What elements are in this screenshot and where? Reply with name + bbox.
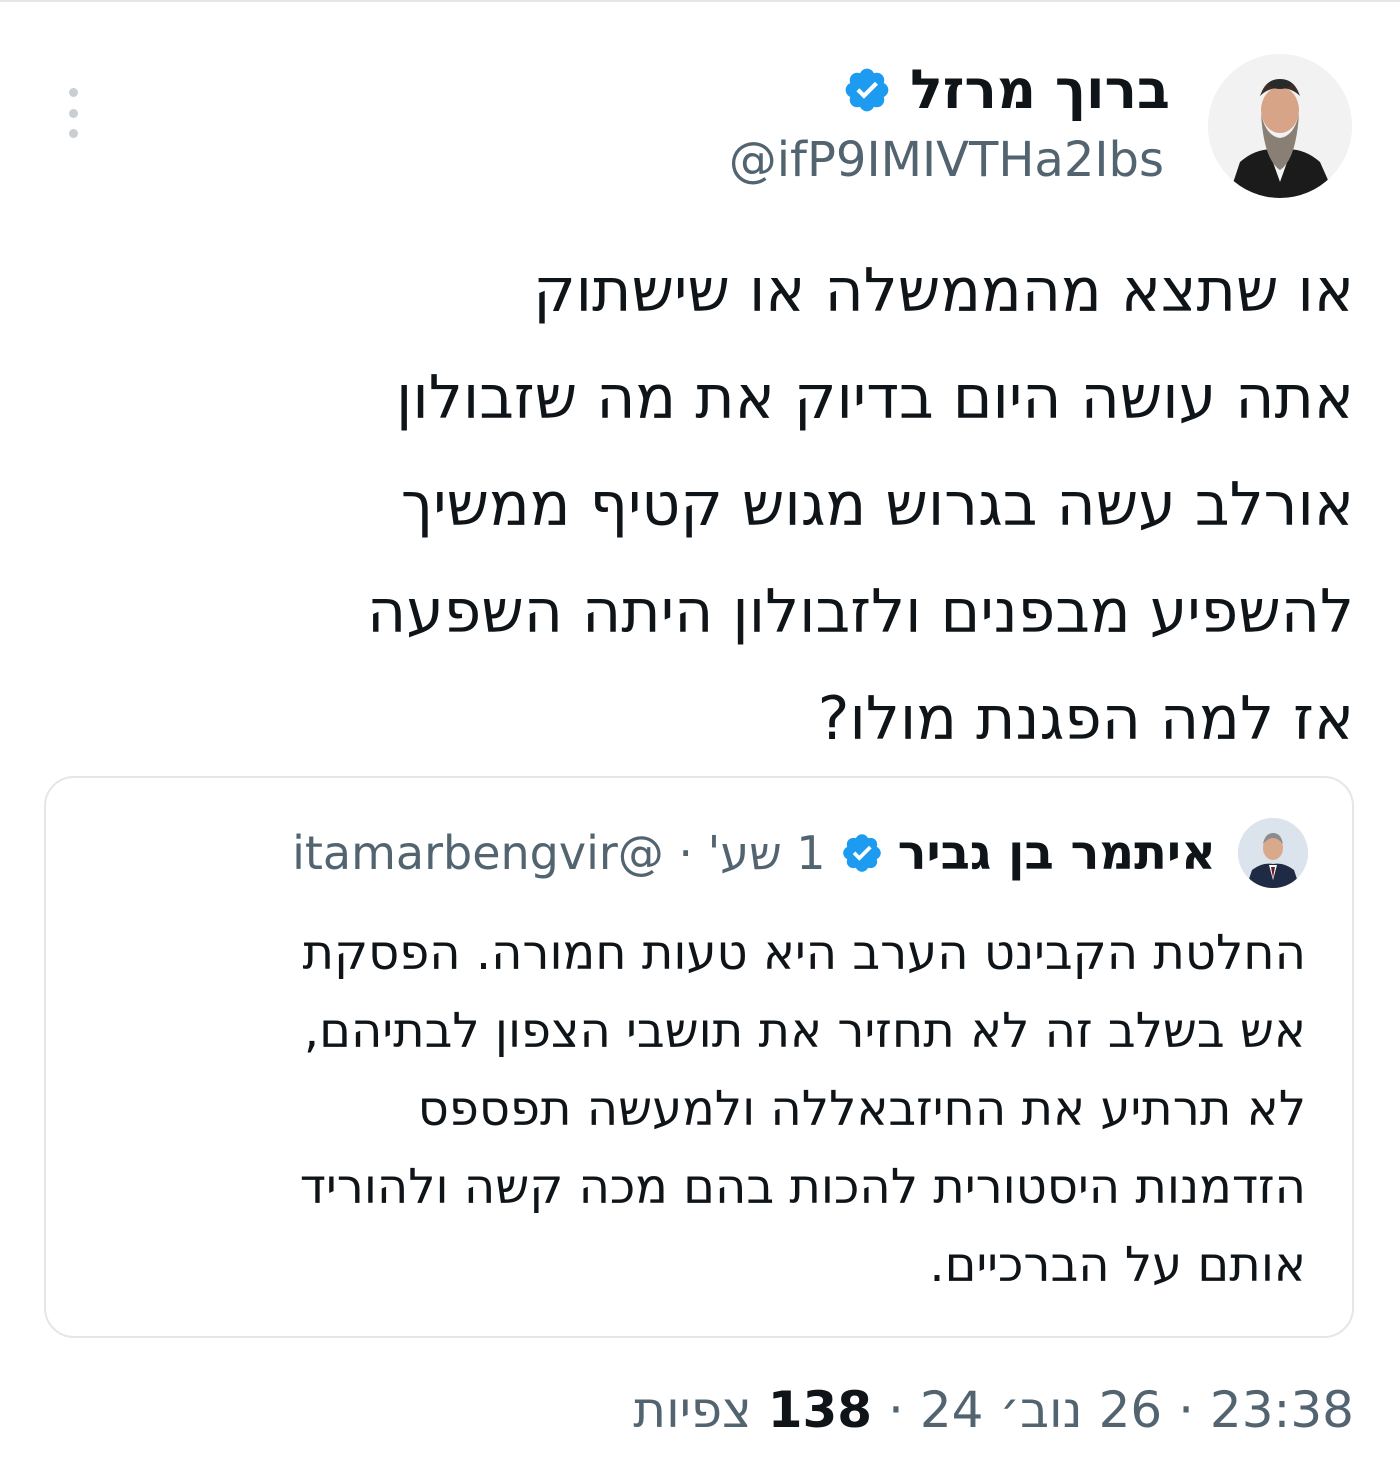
quoted-text-line: הזדמנות היסטורית להכות בהם מכה קשה ולהור…: [299, 1159, 1306, 1215]
meta-separator: ·: [1178, 1381, 1194, 1439]
tweet-text-line: אתה עושה היום בדיוק את מה שזבולון: [396, 363, 1354, 433]
menu-dot: [68, 129, 78, 138]
quoted-tweet-text: החלטת הקבינט הערב היא טעות חמורה. הפסקת …: [76, 914, 1306, 1304]
quoted-author-avatar: [1238, 818, 1308, 888]
meta-separator: ·: [678, 826, 694, 880]
quoted-tweet-card[interactable]: איתמר בן גביר @itamarbengvir · 1 שע' החל…: [44, 776, 1354, 1338]
quoted-author-name: איתמר בן גביר: [897, 825, 1216, 881]
tweet-text-line: או שתצא מהממשלה או שישתוק: [533, 256, 1354, 326]
quoted-tweet-meta: @itamarbengvir · 1 שע': [292, 826, 826, 880]
author-handle[interactable]: @ifP9IMIVTHa2Ibs: [729, 128, 1164, 192]
tweet-text-line: אורלב עשה בגרוש מגוש קטיף ממשיך: [400, 470, 1354, 540]
tweet-page: ברוך מרזל @ifP9IMIVTHa2Ibs או שתצא מהממש…: [0, 0, 1400, 1481]
tweet-time[interactable]: 23:38: [1210, 1381, 1354, 1439]
author-avatar[interactable]: [1208, 54, 1352, 198]
tweet-date[interactable]: 26 נוב׳ 24: [920, 1381, 1162, 1439]
views-label: צפיות: [633, 1381, 752, 1439]
quoted-text-line: לא תרתיע את החיזבאללה ולמעשה תפספס: [417, 1081, 1306, 1137]
verified-badge-icon: [842, 834, 881, 872]
tweet-text-line: להשפיע מבפנים ולזבולון היתה השפעה: [367, 577, 1354, 647]
quoted-tweet-header: איתמר בן גביר @itamarbengvir · 1 שע': [292, 818, 1308, 888]
author-name[interactable]: ברוך מרזל: [910, 54, 1170, 126]
views-count: 138: [767, 1381, 873, 1439]
quoted-text-line: אש בשלב זה לא תחזיר את תושבי הצפון לבתיה…: [303, 1003, 1306, 1059]
author-name-row: ברוך מרזל: [842, 54, 1170, 126]
quoted-tweet-age: 1 שע': [707, 826, 826, 880]
meta-separator: ·: [888, 1381, 904, 1439]
verified-badge-icon: [845, 68, 889, 112]
menu-dot: [68, 88, 78, 97]
more-options-icon[interactable]: [62, 88, 84, 138]
quoted-text-line: החלטת הקבינט הערב היא טעות חמורה. הפסקת: [302, 925, 1306, 981]
tweet-footer-meta: 23:38 · 26 נוב׳ 24 · 138 צפיות: [633, 1378, 1354, 1442]
menu-dot: [68, 108, 78, 118]
quoted-author-handle: @itamarbengvir: [292, 826, 664, 880]
tweet-text: או שתצא מהממשלה או שישתוק אתה עושה היום …: [114, 238, 1354, 773]
tweet-text-line: אז למה הפגנת מולו?: [817, 684, 1354, 754]
author-avatar-image: [1208, 54, 1352, 198]
quoted-author-avatar-image: [1238, 818, 1308, 888]
quoted-text-line: אותם על הברכיים.: [929, 1237, 1306, 1293]
